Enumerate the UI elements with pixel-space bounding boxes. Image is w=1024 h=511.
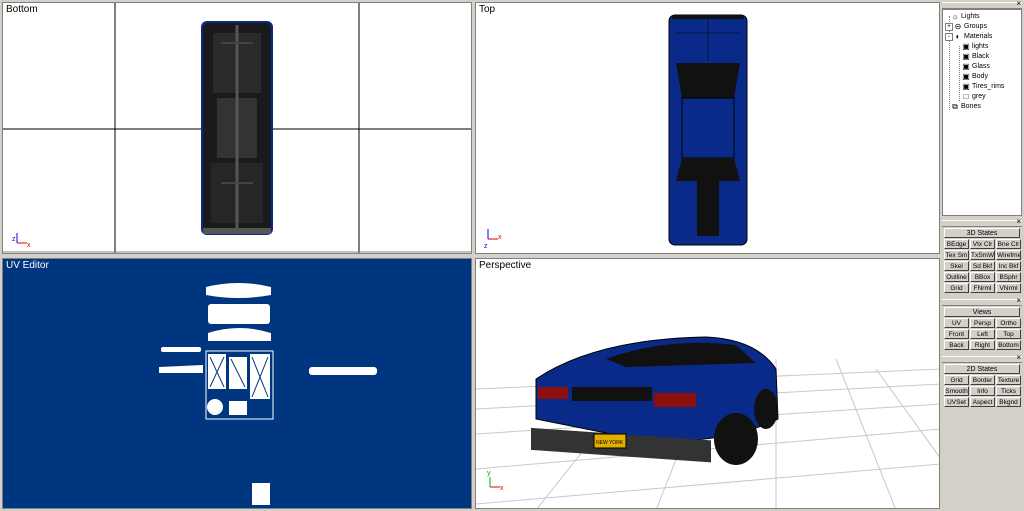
3d-state-fnrml-button[interactable]: FNrml (970, 283, 995, 293)
tree-item-material-black[interactable]: ▣ Black (962, 52, 989, 62)
2d-state-uvset-button[interactable]: UVSet (944, 397, 969, 407)
3d-state-txsmwr-button[interactable]: TxSmWr (970, 250, 995, 260)
axis-gizmo (16, 233, 27, 244)
2d-state-texture-button[interactable]: Texture (996, 375, 1021, 385)
2d-state-ticks-button[interactable]: Ticks (996, 386, 1021, 396)
perspective-viewport[interactable]: Perspective NEW YORK x y (475, 258, 940, 509)
collapse-icon[interactable]: - (945, 33, 953, 41)
view-top-button[interactable]: Top (996, 329, 1021, 339)
2d-state-aspect-button[interactable]: Aspect (970, 397, 995, 407)
bottom-view-canvas[interactable]: x z (3, 3, 472, 254)
close-icon[interactable]: × (1016, 353, 1021, 363)
3d-states-panel: × 3D States BEdge Vtx Clr Bne Clr Tex Sm TxS… (942, 217, 1022, 295)
2d-state-border-button[interactable]: Border (970, 375, 995, 385)
3d-state-skel-button[interactable]: Skel (944, 261, 969, 271)
axis-gizmo (489, 477, 500, 488)
axis-z-label: z (12, 236, 16, 243)
tree-item-materials[interactable]: - ◐ Materials (945, 32, 992, 42)
bones-icon: ⧉ (952, 102, 958, 111)
material-icon: □ (963, 92, 969, 101)
panel-titlebar[interactable]: × (942, 217, 1022, 227)
3d-state-grid-button[interactable]: Grid (944, 283, 969, 293)
3d-state-bbox-button[interactable]: BBox (970, 272, 995, 282)
3d-states-header-button[interactable]: 3D States (944, 228, 1020, 238)
3d-state-sd-bkf-button[interactable]: Sd Bkf (970, 261, 995, 271)
tree-item-lights[interactable]: ☼ Lights (951, 12, 979, 22)
panel-titlebar[interactable]: × (942, 353, 1022, 363)
3d-state-outline-button[interactable]: Outline (944, 272, 969, 282)
views-header-button[interactable]: Views (944, 307, 1020, 317)
viewport-title: UV Editor (6, 260, 49, 271)
2d-state-info-button[interactable]: Info (970, 386, 995, 396)
3d-state-bne-clr-button[interactable]: Bne Clr (996, 239, 1021, 249)
3d-state-tex-sm-button[interactable]: Tex Sm (944, 250, 969, 260)
view-back-button[interactable]: Back (944, 340, 969, 350)
car-underside (201, 21, 273, 235)
view-right-button[interactable]: Right (970, 340, 995, 350)
car-top (668, 14, 748, 246)
3d-state-vtx-clr-button[interactable]: Vtx Clr (970, 239, 995, 249)
car-perspective (531, 336, 779, 465)
expand-icon[interactable]: + (945, 23, 953, 31)
view-uv-button[interactable]: UV (944, 318, 969, 328)
groups-icon: ⊖ (954, 22, 962, 31)
axis-z-label: z (484, 243, 488, 250)
material-sphere-icon: ◐ (955, 32, 961, 41)
license-plate-text: NEW YORK (596, 440, 624, 446)
view-left-button[interactable]: Left (970, 329, 995, 339)
perspective-canvas[interactable]: NEW YORK x y (476, 259, 940, 509)
uv-editor-viewport[interactable]: UV Editor (2, 258, 472, 509)
viewport-title: Top (479, 4, 496, 15)
view-bottom-button[interactable]: Bottom (996, 340, 1021, 350)
tree-item-material-tires[interactable]: ▣ Tires_rims (962, 82, 1004, 92)
uv-islands (159, 283, 377, 505)
close-icon[interactable]: × (1016, 296, 1021, 306)
tree-item-groups[interactable]: + ⊖ Groups (945, 22, 987, 32)
viewport-title: Perspective (479, 260, 532, 271)
panel-empty-area (942, 410, 1022, 509)
panel-titlebar[interactable]: × (942, 296, 1022, 306)
axis-gizmo (487, 229, 498, 240)
2d-state-grid-button[interactable]: Grid (944, 375, 969, 385)
material-icon: ▣ (962, 62, 970, 71)
viewport-title: Bottom (6, 4, 38, 15)
tree-item-material-lights[interactable]: ▣ lights (962, 42, 988, 52)
material-icon: ▣ (962, 82, 970, 91)
tree-item-bones[interactable]: ⧉ Bones (951, 102, 981, 112)
3d-state-bsphr-button[interactable]: BSphr (996, 272, 1021, 282)
top-view-canvas[interactable]: x z (476, 3, 940, 254)
axis-x-label: x (27, 242, 31, 249)
2d-states-panel: × 2D States Grid Border Texture Smooth Info T… (942, 353, 1022, 408)
views-panel: × Views UV Persp Ortho Front Left Top Back Righ… (942, 296, 1022, 351)
axis-x-label: x (498, 234, 502, 241)
close-icon[interactable]: × (1016, 0, 1021, 9)
view-front-button[interactable]: Front (944, 329, 969, 339)
2d-state-bkgnd-button[interactable]: Bkgnd (996, 397, 1021, 407)
material-icon: ▣ (962, 72, 970, 81)
bottom-viewport[interactable]: Bottom x z (2, 2, 472, 254)
material-icon: ▣ (962, 52, 970, 61)
axis-x-label: x (500, 485, 504, 492)
light-bulb-icon: ☼ (951, 12, 959, 21)
material-icon: ▣ (962, 42, 970, 51)
close-icon[interactable]: × (1016, 217, 1021, 227)
view-persp-button[interactable]: Persp (970, 318, 995, 328)
3d-state-bedge-button[interactable]: BEdge (944, 239, 969, 249)
2d-state-smooth-button[interactable]: Smooth (944, 386, 969, 396)
panel-titlebar[interactable]: × (942, 0, 1022, 9)
tree-item-material-glass[interactable]: ▣ Glass (962, 62, 990, 72)
tree-item-material-body[interactable]: ▣ Body (962, 72, 988, 82)
3d-state-wirefme-button[interactable]: Wirefme (996, 250, 1021, 260)
top-viewport[interactable]: Top x z (475, 2, 940, 254)
tree-item-material-grey[interactable]: □ grey (962, 92, 986, 102)
2d-states-header-button[interactable]: 2D States (944, 364, 1020, 374)
scene-tree[interactable]: ☼ Lights + ⊖ Groups - ◐ Materials ▣ ligh… (942, 9, 1022, 216)
view-ortho-button[interactable]: Ortho (996, 318, 1021, 328)
scene-tree-panel: × ☼ Lights + ⊖ Groups - ◐ Materials ▣ li… (942, 0, 1022, 216)
3d-state-vnrml-button[interactable]: VNrml (996, 283, 1021, 293)
3d-state-inc-bkf-button[interactable]: Inc Bkf (996, 261, 1021, 271)
uv-canvas[interactable] (3, 259, 472, 509)
axis-y-label: y (487, 470, 491, 477)
